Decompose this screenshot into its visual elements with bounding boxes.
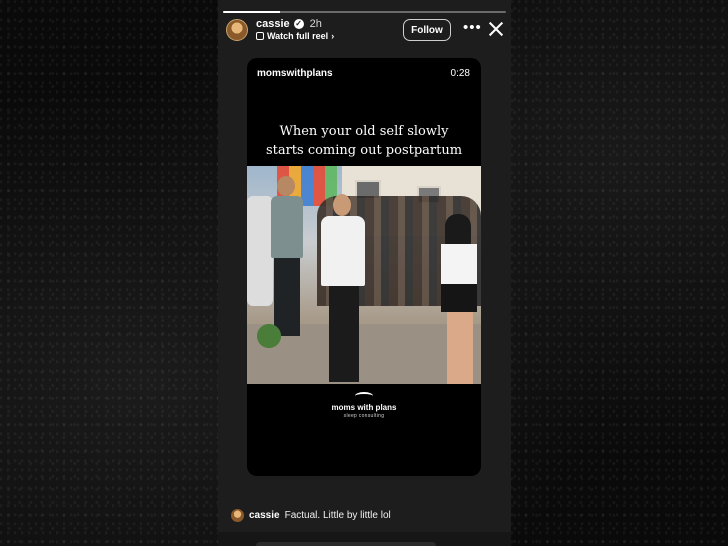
chevron-right-icon: › xyxy=(331,31,335,41)
comment-username[interactable]: cassie xyxy=(249,510,280,521)
story-header: cassie ✓ 2h Watch full reel › Follow ••• xyxy=(218,17,511,47)
person-dark-hair xyxy=(439,214,481,384)
bottom-bar xyxy=(218,532,511,546)
reel-account-name[interactable]: momswithplans xyxy=(257,68,333,79)
username[interactable]: cassie xyxy=(256,18,290,30)
reel-video-frame[interactable] xyxy=(247,166,481,384)
user-line: cassie ✓ 2h xyxy=(256,18,322,30)
watch-full-reel-label: Watch full reel xyxy=(267,31,329,41)
verified-icon: ✓ xyxy=(293,19,304,29)
shared-reel-card[interactable]: momswithplans 0:28 When your old self sl… xyxy=(247,58,481,476)
caption-line-1: When your old self slowly xyxy=(279,124,449,139)
follow-button[interactable]: Follow xyxy=(403,19,451,41)
person-gray-shirt xyxy=(267,176,307,336)
moon-logo-icon xyxy=(355,392,373,400)
avatar[interactable] xyxy=(226,19,248,41)
person-dancing-white-shirt xyxy=(305,194,375,384)
brand-name: moms with plans xyxy=(331,403,397,412)
watch-full-reel-link[interactable]: Watch full reel › xyxy=(256,31,334,41)
story-viewer: cassie ✓ 2h Watch full reel › Follow •••… xyxy=(218,0,511,546)
reel-duration: 0:28 xyxy=(450,68,470,79)
reply-input[interactable] xyxy=(256,542,436,546)
close-icon[interactable] xyxy=(488,21,504,37)
comment-avatar[interactable] xyxy=(231,509,244,522)
caption-line-2: starts coming out postpartum xyxy=(265,143,463,158)
reel-caption: When your old self slowly starts coming … xyxy=(247,122,481,160)
story-progress-fill xyxy=(223,11,280,13)
story-progress-bar xyxy=(223,11,506,13)
story-comment: cassie Factual. Little by little lol xyxy=(231,509,391,522)
more-options-icon[interactable]: ••• xyxy=(463,20,482,35)
brand-subtitle: sleep consulting xyxy=(343,413,385,419)
reel-icon xyxy=(256,32,264,40)
comment-text: Factual. Little by little lol xyxy=(284,510,391,521)
brand-watermark: moms with plans sleep consulting xyxy=(247,392,481,419)
timestamp: 2h xyxy=(309,18,322,30)
plant xyxy=(247,316,291,356)
